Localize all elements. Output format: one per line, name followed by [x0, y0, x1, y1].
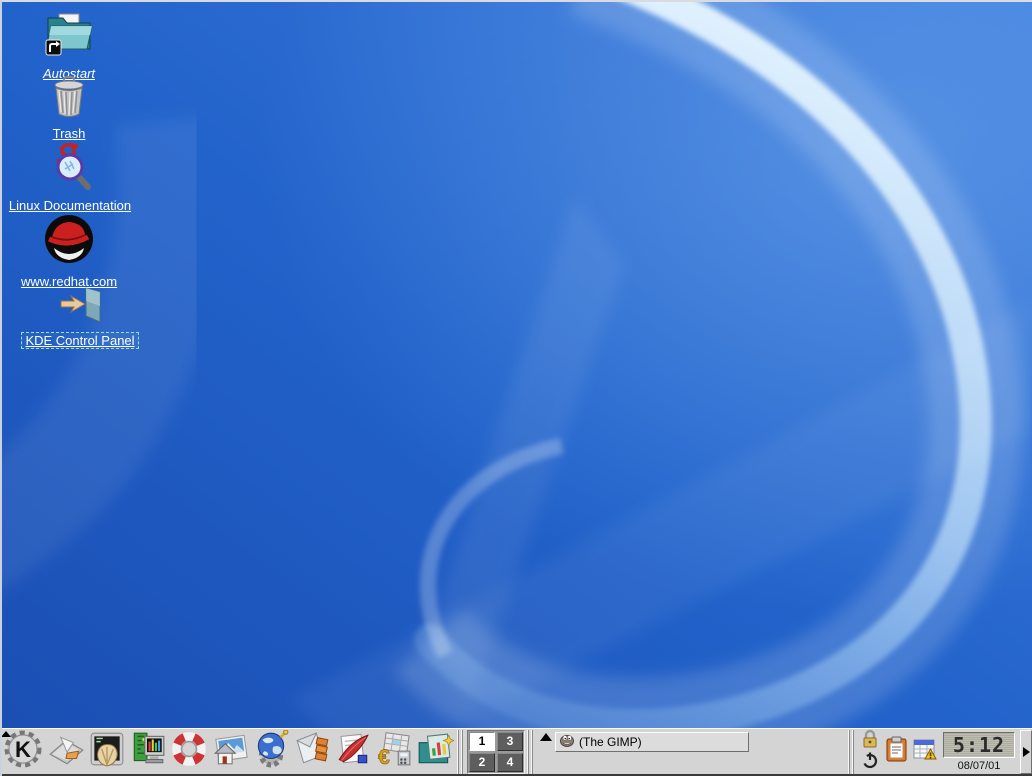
lock-icon: [861, 729, 879, 753]
desktop-icon-autostart[interactable]: Autostart: [10, 8, 128, 81]
k-menu-popup-arrow-icon: [1, 730, 11, 737]
konsole-terminal-button[interactable]: [86, 730, 127, 774]
task-button-gimp[interactable]: (The GIMP): [555, 731, 749, 752]
power-icon: [861, 751, 879, 774]
clock-date: 08/07/01: [957, 759, 1001, 772]
konsole-terminal-icon: [88, 730, 126, 773]
word-processor-button[interactable]: [332, 730, 373, 774]
home-folder-icon: [211, 730, 249, 773]
klipper-clipboard-icon: [883, 736, 910, 768]
mail-button[interactable]: [291, 730, 332, 774]
kword-icon: [334, 730, 372, 773]
desktop-icon-kde-control-panel[interactable]: KDE Control Panel: [6, 286, 154, 349]
applet-handle[interactable]: [848, 729, 856, 774]
kspread-icon: €: [375, 730, 413, 773]
taskbar-scroll-up-icon[interactable]: [540, 732, 552, 741]
spreadsheet-button[interactable]: €: [373, 730, 414, 774]
linux-documentation-icon: [47, 140, 93, 195]
desktop-icon-redhat[interactable]: www.redhat.com: [10, 212, 128, 289]
redhat-website-icon: [43, 212, 95, 271]
system-monitor-button[interactable]: [127, 730, 168, 774]
taskbar: (The GIMP): [537, 730, 846, 774]
logout-button[interactable]: [859, 752, 881, 773]
k-menu-button[interactable]: K: [0, 730, 45, 774]
home-folder-button[interactable]: [209, 730, 250, 774]
organizer-alarm-icon: [911, 736, 938, 768]
lock-screen-button[interactable]: [859, 729, 881, 753]
lcd-time: 5:12: [943, 731, 1015, 758]
lock-logout-applet: [858, 729, 882, 774]
system-monitor-icon: [129, 730, 167, 773]
pager-desktop-3[interactable]: 3: [497, 731, 523, 751]
task-button-label: (The GIMP): [579, 734, 642, 749]
kmail-icon: [293, 730, 331, 773]
desktop-icon-label[interactable]: Trash: [53, 126, 86, 141]
pager-desktop-1[interactable]: 1: [469, 731, 495, 751]
pager-desktop-2[interactable]: 2: [469, 752, 495, 772]
clock-applet[interactable]: 5:12 08/07/01: [940, 731, 1018, 772]
svg-text:€: €: [378, 746, 390, 768]
applet-handle[interactable]: [457, 729, 465, 774]
gimp-wilber-icon: [560, 734, 575, 750]
klipper-tray-button[interactable]: [882, 730, 910, 774]
panel-hide-arrow-icon: [1022, 746, 1030, 757]
web-browser-globe-icon: [252, 729, 290, 773]
desktop-icon-linux-documentation[interactable]: Linux Documentation: [0, 140, 140, 213]
applet-handle[interactable]: [527, 729, 535, 774]
desktop-icon-label[interactable]: Linux Documentation: [9, 198, 131, 213]
web-browser-button[interactable]: [250, 729, 291, 774]
desktop-icon-label[interactable]: KDE Control Panel: [21, 332, 139, 349]
organizer-alarm-tray-button[interactable]: [910, 730, 938, 774]
show-desktop-icon: [47, 730, 85, 773]
screen-left-edge: [0, 0, 2, 776]
svg-text:K: K: [15, 737, 31, 762]
help-button[interactable]: [168, 730, 209, 774]
kde-control-panel-icon: [55, 286, 105, 329]
pager-desktop-4[interactable]: 4: [497, 752, 523, 772]
autostart-folder-icon: [43, 8, 95, 63]
desktop-icon-trash[interactable]: Trash: [10, 76, 128, 141]
help-lifering-icon: [170, 730, 208, 773]
panel-hide-button[interactable]: [1020, 729, 1032, 774]
wallpaper: [0, 0, 1032, 776]
kpresenter-icon: [416, 730, 455, 773]
desktop-screen: Autostart Trash Linux Documentation www.…: [0, 0, 1032, 776]
kicker-panel: K € 1 2 3 4 (The GIMP) 5:12 08/07/01: [0, 728, 1032, 776]
screen-top-edge: [0, 0, 1032, 2]
presentation-button[interactable]: [414, 730, 455, 774]
desktop-pager: 1 2 3 4: [467, 729, 525, 774]
show-desktop-button[interactable]: [45, 730, 86, 774]
trash-icon: [50, 76, 88, 123]
